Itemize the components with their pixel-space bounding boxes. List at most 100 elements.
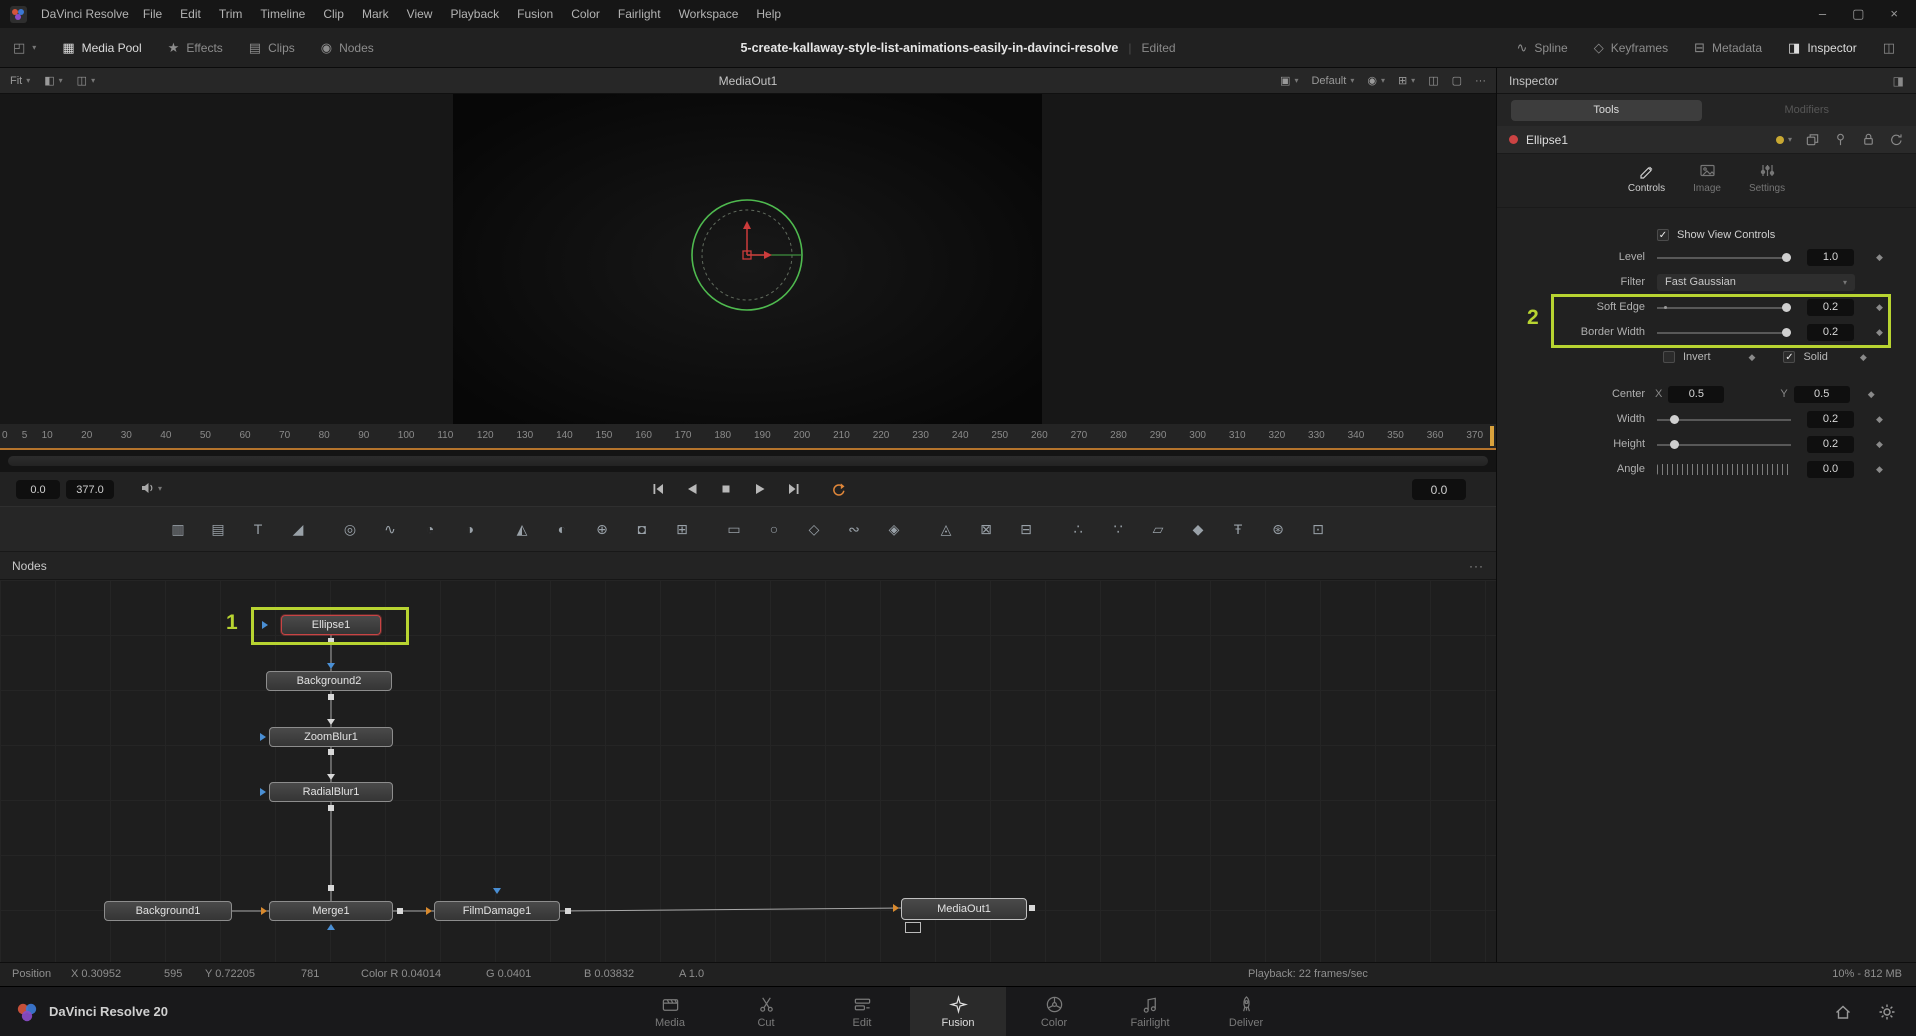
brightness-contrast-icon[interactable]: ◑: [457, 517, 483, 541]
shape-3d-icon[interactable]: ◆: [1185, 517, 1211, 541]
particle-render-icon[interactable]: ∵: [1105, 517, 1131, 541]
height-value-field[interactable]: 0.2: [1807, 436, 1854, 453]
snapshot-button[interactable]: ▢: [1452, 74, 1462, 87]
node-background1[interactable]: Background1: [104, 901, 232, 921]
go-to-start-button[interactable]: [647, 479, 669, 499]
magic-mask-icon[interactable]: ◈: [881, 517, 907, 541]
buffer-dropdown[interactable]: ▣▾: [1280, 74, 1298, 87]
subtab-settings[interactable]: Settings: [1749, 162, 1785, 194]
particle-emitter-icon[interactable]: ∴: [1065, 517, 1091, 541]
polygon-mask-icon[interactable]: ◇: [801, 517, 827, 541]
angle-thumbwheel[interactable]: [1657, 464, 1791, 475]
lock-icon[interactable]: [1861, 132, 1876, 147]
background2-mask-input-icon[interactable]: [327, 663, 335, 669]
channel-view-dropdown[interactable]: ◫▾: [77, 74, 95, 87]
current-frame-field[interactable]: 0.0: [1412, 479, 1466, 500]
menu-fusion[interactable]: Fusion: [517, 7, 553, 21]
angle-keyframe-icon[interactable]: ◆: [1876, 464, 1883, 475]
media-in-icon[interactable]: ▥: [165, 517, 191, 541]
clips-button[interactable]: ▤Clips: [236, 28, 308, 67]
play-button[interactable]: [749, 479, 771, 499]
merge1-mask-input-icon[interactable]: [327, 924, 335, 930]
close-button[interactable]: ×: [1890, 6, 1898, 22]
home-icon[interactable]: [1834, 1003, 1852, 1021]
menu-fairlight[interactable]: Fairlight: [618, 7, 661, 21]
viewer-default-dropdown[interactable]: Default▾: [1311, 75, 1354, 87]
render-range-start-field[interactable]: 0.0: [16, 480, 60, 499]
page-deliver[interactable]: Deliver: [1198, 987, 1294, 1036]
metadata-button[interactable]: ⊟Metadata: [1681, 28, 1775, 67]
node-ellipse1[interactable]: Ellipse1: [281, 615, 381, 635]
menu-clip[interactable]: Clip: [323, 7, 344, 21]
ellipse1-output-connector[interactable]: [328, 638, 334, 644]
angle-value-field[interactable]: 0.0: [1807, 461, 1854, 478]
text-plus-icon[interactable]: T: [245, 517, 271, 541]
menu-davinci-resolve[interactable]: DaVinci Resolve: [41, 7, 129, 21]
media-out-icon[interactable]: ▤: [205, 517, 231, 541]
border-width-value-field[interactable]: 0.2: [1807, 324, 1854, 341]
keyframes-button[interactable]: ◇Keyframes: [1581, 28, 1681, 67]
center-keyframe-icon[interactable]: ◆: [1868, 389, 1875, 400]
page-edit[interactable]: Edit: [814, 987, 910, 1036]
gear-icon[interactable]: [1878, 1003, 1896, 1021]
mediaout1-input-icon[interactable]: [893, 904, 899, 912]
solid-checkbox[interactable]: ✓: [1783, 351, 1795, 363]
filmdamage1-mask-input-icon[interactable]: [493, 888, 501, 894]
radialblur1-input-icon[interactable]: [327, 774, 335, 780]
color-corrector-icon[interactable]: ◎: [337, 517, 363, 541]
level-slider[interactable]: [1657, 253, 1791, 262]
inspector-button[interactable]: ◨Inspector: [1775, 28, 1870, 67]
merge1-output-connector[interactable]: [397, 908, 403, 914]
zoomblur1-input-icon[interactable]: [327, 719, 335, 725]
versions-icon[interactable]: [1805, 132, 1820, 147]
channel-booleans-icon[interactable]: ⊞: [669, 517, 695, 541]
media-pool-button[interactable]: ▦Media Pool: [49, 28, 154, 67]
menu-playback[interactable]: Playback: [450, 7, 499, 21]
width-keyframe-icon[interactable]: ◆: [1876, 414, 1883, 425]
text-3d-icon[interactable]: Ŧ: [1225, 517, 1251, 541]
app-logo-icon[interactable]: [10, 6, 27, 23]
menu-mark[interactable]: Mark: [362, 7, 389, 21]
invert-checkbox[interactable]: [1663, 351, 1675, 363]
image-plane-3d-icon[interactable]: ▱: [1145, 517, 1171, 541]
filter-dropdown[interactable]: Fast Gaussian▾: [1657, 274, 1855, 291]
filmdamage1-input-icon[interactable]: [426, 907, 432, 915]
border-width-slider[interactable]: [1657, 328, 1791, 337]
split-view-button[interactable]: ◫: [1428, 74, 1438, 87]
level-value-field[interactable]: 1.0: [1807, 249, 1854, 266]
merge1-background-input-icon[interactable]: [261, 907, 267, 915]
page-color[interactable]: Color: [1006, 987, 1102, 1036]
ellipse-mask-icon[interactable]: ○: [761, 517, 787, 541]
menu-view[interactable]: View: [407, 7, 433, 21]
effects-button[interactable]: ★Effects: [155, 28, 236, 67]
tab-modifiers[interactable]: Modifiers: [1712, 104, 1903, 116]
menu-help[interactable]: Help: [756, 7, 781, 21]
node-background2[interactable]: Background2: [266, 671, 392, 691]
zoomblur1-mask-input-icon[interactable]: [260, 733, 266, 741]
pin-icon[interactable]: [1833, 132, 1848, 147]
page-media[interactable]: Media: [622, 987, 718, 1036]
play-reverse-button[interactable]: [681, 479, 703, 499]
node-mediaout1[interactable]: MediaOut1: [901, 898, 1027, 920]
border-width-keyframe-icon[interactable]: ◆: [1876, 327, 1883, 338]
height-slider[interactable]: [1657, 440, 1791, 449]
menu-file[interactable]: File: [143, 7, 162, 21]
zoomblur1-output-connector[interactable]: [328, 749, 334, 755]
hue-curves-icon[interactable]: ◔: [417, 517, 443, 541]
node-radialblur1[interactable]: RadialBlur1: [269, 782, 393, 802]
renderer-3d-icon[interactable]: ⊡: [1305, 517, 1331, 541]
ellipse1-mask-input-icon[interactable]: [262, 621, 268, 629]
reset-icon[interactable]: [1889, 132, 1904, 147]
loop-button[interactable]: [827, 479, 849, 499]
node-merge1[interactable]: Merge1: [269, 901, 393, 921]
soft-edge-slider[interactable]: [1657, 303, 1791, 312]
luma-keyer-icon[interactable]: ◐: [549, 517, 575, 541]
background2-output-connector[interactable]: [328, 694, 334, 700]
show-view-controls-checkbox[interactable]: ✓: [1657, 229, 1669, 241]
paint-icon[interactable]: ◢: [285, 517, 311, 541]
minimize-button[interactable]: –: [1819, 6, 1826, 22]
transform-icon[interactable]: ◬: [933, 517, 959, 541]
bspline-mask-icon[interactable]: ∾: [841, 517, 867, 541]
maximize-button[interactable]: ▢: [1852, 6, 1864, 22]
page-cut[interactable]: Cut: [718, 987, 814, 1036]
